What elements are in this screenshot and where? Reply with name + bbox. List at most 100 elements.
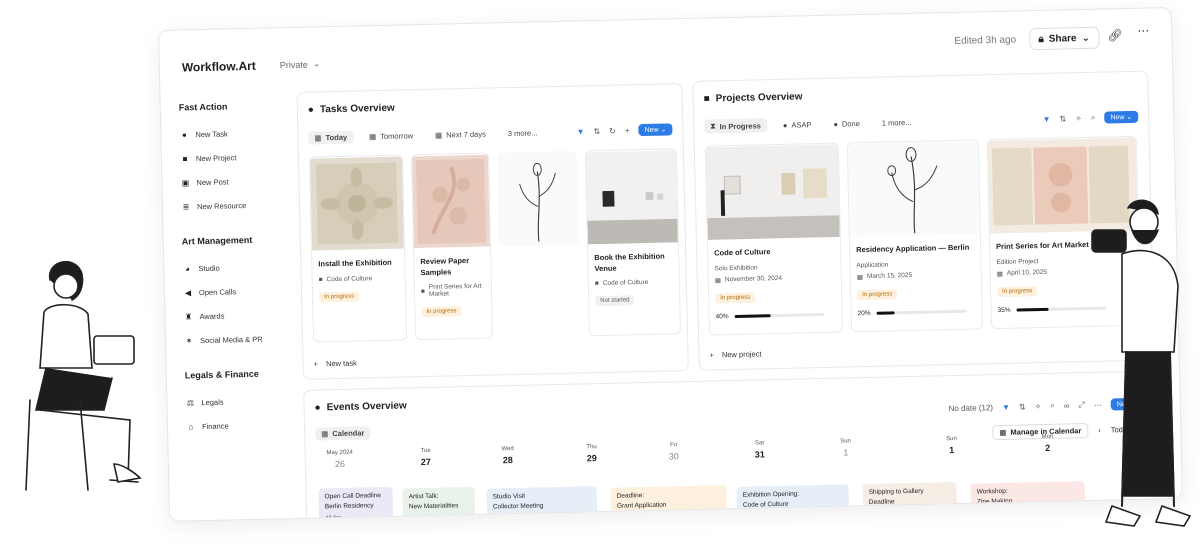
sidebar-item-label: Finance bbox=[201, 420, 229, 431]
privacy-label: Private bbox=[279, 59, 308, 70]
stack-icon: ≣ bbox=[182, 201, 190, 211]
event-card[interactable]: Deadline: Grant Application 11:59 PM bbox=[610, 485, 728, 522]
sidebar-item-studio[interactable]: ◕ Studio bbox=[182, 254, 295, 281]
event-card[interactable]: Exhibition Opening: Code of Culture 6:00 P… bbox=[736, 484, 850, 522]
sidebar-item-awards[interactable]: ♜ Awards bbox=[183, 302, 296, 329]
exhibition-room-image bbox=[705, 144, 840, 241]
fast-action-heading: Fast Action bbox=[178, 101, 228, 113]
weekday-label: Wed bbox=[501, 446, 514, 453]
calendar-icon: ▦ bbox=[714, 276, 722, 284]
sidebar-item-new-task[interactable]: ● New Task bbox=[179, 120, 292, 147]
view-calendar[interactable]: ▦ Calendar bbox=[315, 425, 371, 441]
filter-label: Next 7 days bbox=[446, 129, 486, 139]
search-icon[interactable]: ⌕ bbox=[1091, 113, 1096, 123]
share-button[interactable]: 🔒︎ Share ⌄ bbox=[1029, 26, 1100, 51]
project-label: Print Series for Art Market bbox=[428, 282, 482, 298]
day-header: Sun 1 bbox=[931, 436, 971, 456]
more-icon[interactable]: ⋯ bbox=[1137, 24, 1149, 38]
event-card[interactable]: Shipping to Gallery Deadline All day bbox=[862, 482, 958, 522]
link-icon[interactable]: ∞ bbox=[1064, 401, 1070, 410]
link-icon[interactable]: 🔗︎ bbox=[1107, 28, 1123, 42]
filter-more[interactable]: 1 more... bbox=[876, 115, 918, 129]
sort-icon[interactable]: ⇅ bbox=[593, 126, 600, 135]
project-card-title: Code of Culture bbox=[714, 247, 771, 258]
sidebar-item-legals[interactable]: ⚖︎ Legals bbox=[185, 388, 298, 415]
filter-label: 3 more... bbox=[507, 127, 538, 138]
weekday-label: Sun bbox=[946, 435, 957, 443]
projects-new-button[interactable]: New ⌄ bbox=[1104, 110, 1139, 124]
day-header: May 2024 26 bbox=[320, 450, 360, 470]
filter-in-progress[interactable]: ⧗ In Progress bbox=[704, 118, 768, 134]
calendar-icon: ▦ bbox=[996, 270, 1003, 278]
event-card[interactable]: Studio Visit Collector Meeting 11:00 AM bbox=[486, 486, 598, 522]
date-number: 27 bbox=[420, 456, 431, 468]
weekday-label: Mon bbox=[1041, 433, 1054, 441]
sidebar-item-finance[interactable]: ⌂ Finance bbox=[186, 412, 299, 439]
sidebar-item-new-resource[interactable]: ≣ New Resource bbox=[181, 192, 294, 219]
panel-title-text: Tasks Overview bbox=[319, 102, 395, 116]
tasks-toolbar: ▦ Today ▦ Tomorrow ▦ Next 7 days 3 more... … bbox=[308, 120, 673, 146]
event-card[interactable]: Open Call Deadline Berlin Residency All da… bbox=[318, 486, 394, 522]
no-date-count[interactable]: No date (12) bbox=[948, 403, 993, 413]
sidebar-item-new-post[interactable]: ▣ New Post bbox=[180, 168, 293, 195]
project-progress: 40% bbox=[709, 306, 841, 324]
day-header: Tue 27 bbox=[406, 448, 446, 468]
new-project-button[interactable]: + New project bbox=[709, 349, 761, 359]
calendar-icon: ▦ bbox=[435, 130, 443, 140]
task-card-project: ■ Print Series for Art Market bbox=[415, 281, 491, 301]
event-time: 6:00 PM bbox=[743, 513, 764, 520]
filter-tomorrow[interactable]: ▦ Tomorrow bbox=[363, 129, 419, 143]
filter-label: 1 more... bbox=[881, 117, 912, 128]
add-label: New task bbox=[325, 358, 357, 369]
task-card[interactable]: Review Paper Samples ■ Print Series for A… bbox=[410, 152, 494, 341]
task-card[interactable]: Book the Exhibition Venue ■ Code of Cultu… bbox=[584, 148, 682, 337]
task-card-title: Book the Exhibition Venue bbox=[594, 251, 665, 273]
progress-fill bbox=[1016, 307, 1049, 312]
sparkle-icon[interactable]: ✧ bbox=[1075, 114, 1082, 123]
date-label: November 30, 2024 bbox=[724, 274, 783, 284]
new-task-button[interactable]: + New task bbox=[314, 359, 357, 369]
filter-done[interactable]: ● Done bbox=[827, 116, 866, 130]
project-card[interactable]: Residency Application — Berlin Applicati… bbox=[846, 139, 984, 333]
filter-icon[interactable]: ▼ bbox=[1043, 114, 1051, 123]
sidebar-item-label: New Task bbox=[195, 128, 228, 139]
event-card[interactable]: Workshop: Zine Making 2:00 PM bbox=[970, 481, 1086, 522]
projects-overview-title: ■ Projects Overview bbox=[704, 91, 803, 104]
date-number: 1 bbox=[949, 445, 955, 456]
sort-icon[interactable]: ⇅ bbox=[1019, 402, 1026, 411]
filter-today[interactable]: ▦ Today bbox=[308, 130, 354, 145]
date-number: 1 bbox=[843, 447, 849, 458]
trophy-icon: ♜ bbox=[184, 311, 193, 321]
project-card[interactable]: Code of Culture Solo Exhibition ▦ Novembe… bbox=[704, 142, 844, 336]
sort-icon[interactable]: ⇅ bbox=[1059, 114, 1066, 123]
filter-asap[interactable]: ● ASAP bbox=[777, 118, 818, 132]
progress-bar bbox=[876, 309, 967, 315]
task-card[interactable] bbox=[496, 150, 582, 339]
status-badge: In progress bbox=[997, 285, 1038, 297]
sparkle-icon[interactable]: ✧ bbox=[1035, 402, 1042, 411]
date-number: 26 bbox=[334, 458, 346, 470]
filter-icon[interactable]: ▼ bbox=[1002, 402, 1010, 411]
sidebar-item-new-project[interactable]: ■ New Project bbox=[180, 144, 293, 171]
event-title: Open Call Deadline bbox=[324, 492, 382, 501]
privacy-selector[interactable]: Private ⌄ bbox=[280, 58, 321, 70]
tasks-new-button[interactable]: New ⌄ bbox=[638, 123, 673, 137]
photographer-illustration bbox=[1091, 199, 1192, 527]
filter-label: ASAP bbox=[791, 119, 812, 130]
plus-icon[interactable]: + bbox=[625, 126, 630, 135]
gallery-space-image bbox=[585, 149, 678, 245]
legals-finance-group: Legals & Finance ⚖︎ Legals ⌂ Finance bbox=[185, 368, 299, 439]
sidebar-item-social-media[interactable]: ✶ Social Media & PR bbox=[184, 326, 297, 353]
date-label: April 10, 2025 bbox=[1006, 268, 1048, 277]
filter-icon[interactable]: ▼ bbox=[576, 127, 584, 136]
project-cards: Code of Culture Solo Exhibition ▦ Novembe… bbox=[704, 135, 1141, 336]
task-card[interactable]: Install the Exhibition ■ Code of Culture … bbox=[308, 154, 408, 343]
search-icon[interactable]: ⌕ bbox=[1050, 401, 1055, 411]
progress-label: 40% bbox=[715, 312, 729, 320]
refresh-icon[interactable]: ↻ bbox=[609, 126, 616, 135]
filter-next-7-days[interactable]: ▦ Next 7 days bbox=[429, 127, 492, 141]
event-card[interactable]: Artist Talk: New Materialities 4:00 PM bbox=[402, 486, 476, 522]
post-icon: ▣ bbox=[181, 177, 190, 188]
sidebar-item-open-calls[interactable]: ◀ Open Calls bbox=[183, 278, 296, 305]
filter-more[interactable]: 3 more... bbox=[502, 126, 544, 140]
